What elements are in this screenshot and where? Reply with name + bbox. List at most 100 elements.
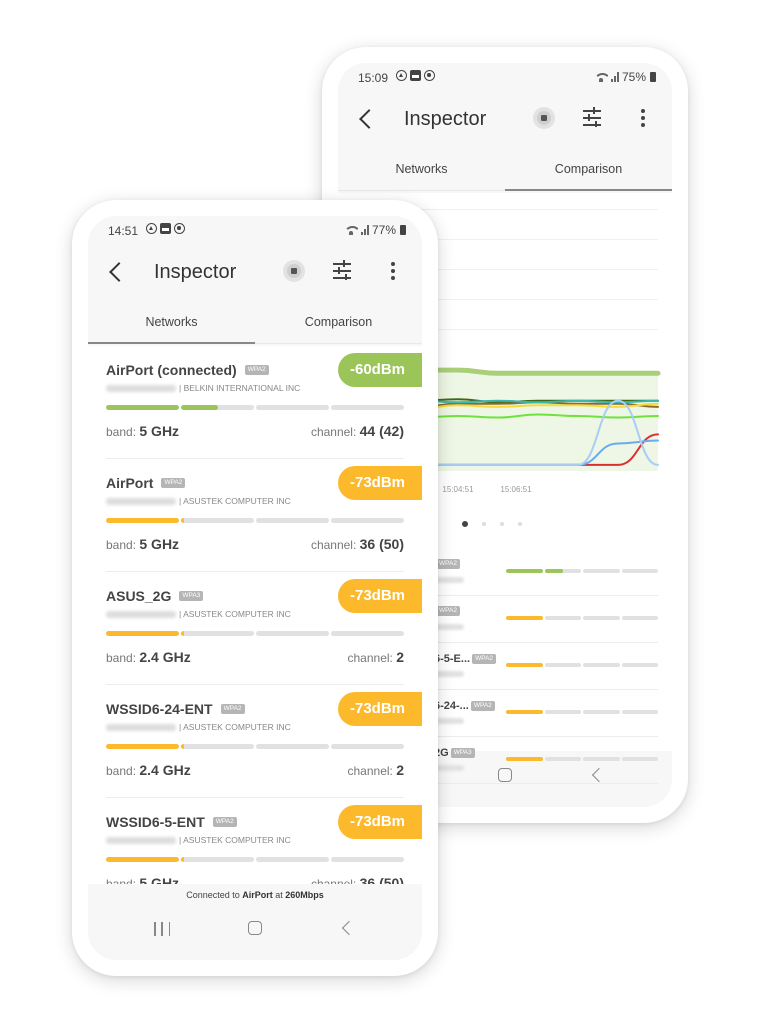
vendor-name: | ASUSTEK COMPUTER INC [179,835,291,845]
quality-segment [331,744,404,749]
home-button[interactable] [498,768,512,782]
network-list-item[interactable]: ASUS_2G WPA3 | ASUSTEK COMPUTER INC band: 2… [106,572,422,685]
status-bar: 15:09 75% [338,63,672,93]
network-list-item[interactable]: AirPort (connected) WPA2 | BELKIN INTERNAT… [106,346,422,459]
band-value: 5 GHz [139,875,180,884]
band-value: 5 GHz [139,423,180,439]
quality-segment [621,616,658,620]
tab-comparison[interactable]: Comparison [505,147,672,191]
record-icon [424,70,435,81]
quality-segment [106,744,179,749]
filter-settings-icon[interactable] [333,260,351,280]
quality-segment [256,518,329,523]
pager-dot[interactable] [500,522,504,526]
quality-segment [621,569,658,573]
rssi-badge: -73dBm [338,466,422,500]
band-value: 5 GHz [139,536,180,552]
channel-value: 36 (50) [359,875,404,884]
network-ssid: WSSID6-24-ENT [106,701,213,717]
record-icon [174,223,185,234]
phone-front-screen: 14:51 77% Inspector Networks Comparison … [88,216,422,960]
signal-quality-bar [106,631,404,636]
quality-segment [256,405,329,410]
bssid-redacted [106,611,176,619]
home-button[interactable] [248,921,262,935]
quality-segment [544,616,581,620]
battery-icon [650,72,656,82]
quality-segment [544,710,581,714]
rssi-badge: -73dBm [338,692,422,726]
band-value: 2.4 GHz [139,649,191,665]
more-options-icon[interactable] [388,261,398,281]
tab-bar: Networks Comparison [88,300,422,344]
rssi-badge: -73dBm [338,805,422,839]
channel-value: 2 [396,649,404,665]
quality-segment [181,857,254,862]
quality-segment [621,663,658,667]
security-badge: WPA2 [436,606,460,616]
stop-scan-button[interactable] [533,107,555,129]
security-badge: WPA2 [472,654,497,664]
quality-segment [256,744,329,749]
quality-segment [506,663,543,667]
page-title: Inspector [154,261,237,283]
tab-bar: Networks Comparison [338,147,672,191]
back-button[interactable] [356,105,380,133]
security-badge: WPA2 [470,701,495,711]
stop-scan-button[interactable] [283,260,305,282]
rssi-badge: -73dBm [338,579,422,613]
pager-dot[interactable] [462,521,468,527]
signal-icon [610,72,619,82]
quality-segment [583,616,620,620]
phone-front: 14:51 77% Inspector Networks Comparison … [72,200,438,976]
chart-pager[interactable] [462,521,522,527]
page-title: Inspector [404,108,487,130]
network-ssid: AirPort [106,475,154,491]
gallery-icon [410,70,421,81]
app-bar: Inspector [338,93,672,147]
quality-segment [506,616,543,620]
app-bar: Inspector [88,246,422,300]
recents-button[interactable] [154,922,170,936]
quality-segment [106,405,179,410]
network-list-item[interactable]: WSSID6-24-ENT WPA2 | ASUSTEK COMPUTER INC b… [106,685,422,798]
x-tick-label: 15:06:51 [500,485,532,494]
filter-settings-icon[interactable] [583,107,601,127]
rssi-badge: -60dBm [338,353,422,387]
quality-segment [331,518,404,523]
system-back-button[interactable] [341,920,357,936]
quality-segment [506,710,543,714]
wifi-icon [344,225,358,235]
quality-segment [583,569,620,573]
battery-icon [400,225,406,235]
drive-icon [146,223,157,234]
network-list-item[interactable]: AirPort WPA2 | ASUSTEK COMPUTER INC band: 5… [106,459,422,572]
channel-value: 44 (42) [359,423,404,439]
pager-dot[interactable] [518,522,522,526]
system-back-button[interactable] [591,767,607,783]
signal-icon [360,225,369,235]
tab-networks[interactable]: Networks [338,147,505,191]
channel-value: 2 [396,762,404,778]
network-ssid: AirPort (connected) [106,362,237,378]
more-options-icon[interactable] [638,108,648,128]
security-badge: WPA2 [212,817,237,827]
tab-comparison[interactable]: Comparison [255,300,422,344]
signal-quality-bar [506,710,658,714]
network-ssid: ASUS_2G [106,588,172,604]
active-tab-indicator [505,189,672,191]
network-list[interactable]: AirPort (connected) WPA2 | BELKIN INTERNAT… [88,346,422,884]
back-button[interactable] [106,258,130,286]
bssid-redacted [434,671,464,677]
status-time: 14:51 [108,224,139,238]
network-list-item[interactable]: WSSID6-5-ENT WPA2 | ASUSTEK COMPUTER INC ba… [106,798,422,884]
tab-networks[interactable]: Networks [88,300,255,344]
signal-quality-bar [506,569,658,573]
quality-segment [256,631,329,636]
pager-dot[interactable] [482,522,486,526]
connection-status: Connected to AirPort at 260Mbps [186,890,324,900]
vendor-name: | ASUSTEK COMPUTER INC [179,722,291,732]
quality-segment [181,518,254,523]
security-badge: WPA2 [244,365,269,375]
quality-segment [583,710,620,714]
